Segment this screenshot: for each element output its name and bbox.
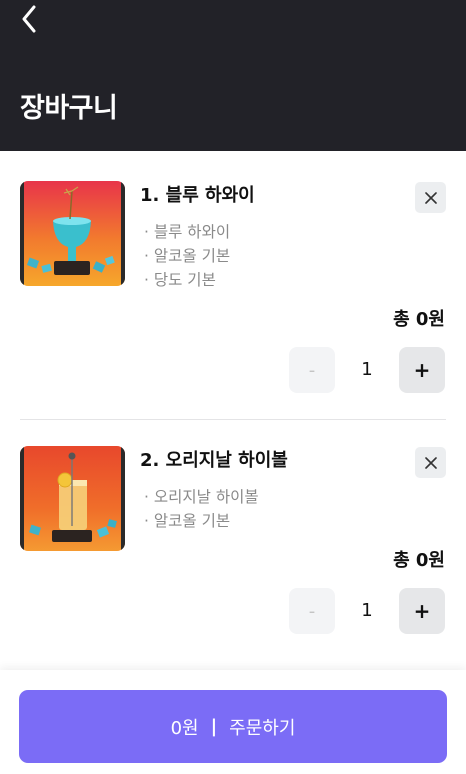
option-text: 알코올 기본 [153,247,231,265]
item-name: 2. 오리지날 하이볼 [140,450,288,471]
quantity-decrease-button[interactable]: - [289,347,335,393]
item-image-original-highball [20,446,125,551]
option-text: 블루 하와이 [153,223,231,241]
app-header: 장바구니 [0,0,466,151]
item-total: 총 0원 [393,550,445,571]
option-line: · 알코올 기본 [144,247,231,265]
option-text: 알코올 기본 [153,512,231,530]
item-name: 1. 블루 하와이 [140,185,255,206]
option-text: 당도 기본 [153,271,216,289]
order-button[interactable]: 0원 | 주문하기 [19,690,447,763]
order-price: 0원 [170,717,199,739]
option-text: 오리지날 하이볼 [153,488,259,506]
back-button[interactable] [16,4,42,34]
remove-item-button[interactable] [415,447,446,478]
quantity-value: 1 [361,600,373,621]
option-line: · 오리지날 하이볼 [144,488,259,506]
option-line: · 당도 기본 [144,271,216,289]
cart-item: 1. 블루 하와이 · 블루 하와이 · 알코올 기본 · 당도 기본 총 0원… [0,151,466,419]
bottom-bar: 0원 | 주문하기 [0,670,466,774]
item-options: · 블루 하와이 · 알코올 기본 · 당도 기본 [144,220,230,292]
order-label: 주문하기 [229,717,296,739]
item-options: · 오리지날 하이볼 · 알코올 기본 [144,485,259,533]
page-title: 장바구니 [20,93,118,124]
order-separator: | [210,716,218,737]
quantity-value: 1 [361,359,373,380]
close-icon [424,456,437,469]
remove-item-button[interactable] [415,182,446,213]
item-image-blue-hawaii [20,181,125,286]
option-line: · 알코올 기본 [144,512,231,530]
quantity-increase-button[interactable]: + [399,588,445,634]
close-icon [424,191,437,204]
item-total: 총 0원 [393,309,445,330]
chevron-left-icon [22,5,36,33]
option-line: · 블루 하와이 [144,223,231,241]
quantity-increase-button[interactable]: + [399,347,445,393]
quantity-decrease-button[interactable]: - [289,588,335,634]
cart-item: 2. 오리지날 하이볼 · 오리지날 하이볼 · 알코올 기본 총 0원 - 1… [0,420,466,670]
